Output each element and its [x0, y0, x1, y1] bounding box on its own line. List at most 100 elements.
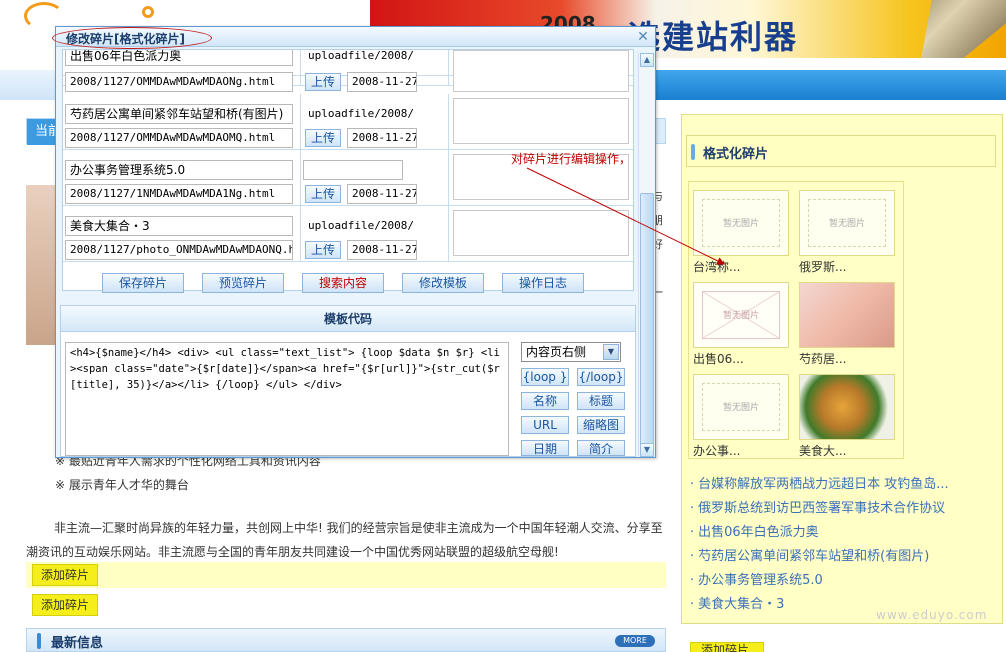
thumb-placeholder: 暂无图片 [702, 383, 780, 431]
thumbnail-caption[interactable]: 美食大... [799, 442, 846, 459]
position-select[interactable]: 内容页右侧 ▼ [521, 342, 621, 362]
annotation-text: 对碎片进行编辑操作， [511, 152, 632, 166]
thumbnail[interactable]: 暂无图片 [693, 374, 789, 440]
thumbnail[interactable]: 暂无图片 [693, 282, 789, 348]
save-fragment-button[interactable]: 保存碎片 [102, 273, 184, 293]
more-button[interactable]: MORE [615, 635, 655, 647]
description-textarea[interactable] [453, 98, 629, 144]
bullet-icon: · [690, 525, 695, 540]
scroll-up-icon[interactable]: ▲ [640, 53, 654, 67]
highlight-oval [52, 27, 212, 49]
bullet-icon: · [690, 477, 695, 492]
latest-info-header: 最新信息 MORE [26, 628, 666, 652]
upload-button[interactable]: 上传 [305, 241, 341, 259]
row-fields: 办公事务管理系统5.0 2008/1127/1NMDAwMDAwMDA1Ng.h… [63, 150, 301, 206]
latest-info-title: 最新信息 [51, 636, 104, 651]
thumbnail[interactable]: 暂无图片 [693, 190, 789, 256]
list-item[interactable]: · 芍药居公寓单间紧邻车站望和桥(有图片) [690, 545, 1000, 569]
date-input[interactable]: 2008-11-27 [347, 128, 417, 148]
sword-icon [921, 0, 1006, 58]
intro-paragraph: 非主流—汇聚时尚异族的年轻力量，共创网上中华! 我们的经营宗旨是使非主流成为一个… [26, 521, 663, 559]
insert-name-button[interactable]: 名称 [521, 392, 569, 410]
chevron-down-icon[interactable]: ▼ [603, 344, 619, 360]
insert-summary-button[interactable]: 简介 [577, 440, 625, 456]
thumbnail-caption[interactable]: 台湾称... [693, 258, 740, 275]
url-input[interactable]: 2008/1127/photo_ONMDAwMDAwMDAONQ.html [65, 240, 293, 260]
dialog-scrollbar[interactable]: ▲ ▼ [638, 53, 654, 457]
date-input[interactable]: 2008-11-27 [347, 184, 417, 204]
row-image-fields: 上传 2008-11-27 [301, 150, 449, 206]
row-fields: 芍药居公寓单间紧邻车站望和桥(有图片) 2008/1127/OMMDAwMDAw… [63, 94, 301, 150]
list-link[interactable]: 办公事务管理系统5.0 [698, 573, 823, 588]
list-link[interactable]: 俄罗斯总统到访巴西签署军事技术合作协议 [698, 501, 945, 516]
position-select-value: 内容页右侧 [526, 345, 587, 359]
date-input[interactable]: 2008-11-27 [347, 72, 417, 92]
list-item[interactable]: · 俄罗斯总统到访巴西签署军事技术合作协议 [690, 497, 1000, 521]
table-row: 芍药居公寓单间紧邻车站望和桥(有图片) 2008/1127/OMMDAwMDAw… [63, 94, 633, 150]
insert-endloop-button[interactable]: {/loop} [577, 368, 625, 386]
close-icon[interactable]: ✕ [636, 30, 650, 44]
dialog-titlebar[interactable]: 修改碎片[格式化碎片] ✕ [52, 27, 655, 49]
thumbnail-caption[interactable]: 办公事... [693, 442, 740, 459]
template-code-title: 模板代码 [61, 306, 635, 332]
insert-url-button[interactable]: URL [521, 416, 569, 434]
insert-date-button[interactable]: 日期 [521, 440, 569, 456]
list-link[interactable]: 出售06年白色派力奥 [698, 525, 819, 540]
thumbnail-photo[interactable] [799, 374, 895, 440]
row-0-bottom: 2008/1127/OMMDAwMDAwMDAONg.html 上传 2008-… [63, 50, 633, 94]
list-item[interactable]: · 台媒称解放军两栖战力远超日本 攻钓鱼岛... [690, 473, 1000, 497]
add-fragment-button[interactable]: 添加碎片 [32, 564, 99, 586]
url-input[interactable]: 2008/1127/OMMDAwMDAwMDAONg.html [65, 72, 293, 92]
add-fragment-row: 添加碎片 [26, 592, 666, 618]
list-item[interactable]: · 出售06年白色派力奥 [690, 521, 1000, 545]
date-input[interactable]: 2008-11-27 [347, 240, 417, 260]
list-item[interactable]: · 办公事务管理系统5.0 [690, 569, 1000, 593]
url-input[interactable]: 2008/1127/1NMDAwMDAwMDA1Ng.html [65, 184, 293, 204]
action-bar: 保存碎片 预览碎片 搜索内容 修改模板 操作日志 [56, 271, 638, 299]
thumb-placeholder: 暂无图片 [702, 291, 780, 339]
image-path-input[interactable] [303, 160, 403, 180]
thumbnail-photo[interactable] [799, 282, 895, 348]
add-fragment-button[interactable]: 添加碎片 [690, 642, 764, 652]
list-link[interactable]: 美食大集合・3 [698, 597, 784, 612]
search-content-button[interactable]: 搜索内容 [302, 273, 384, 293]
upload-button[interactable]: 上传 [305, 129, 341, 147]
template-code-section: 模板代码 <h4>{$name}</h4> <div> <ul class="t… [60, 305, 636, 457]
url-input[interactable]: 2008/1127/OMMDAwMDAwMDAOMQ.html [65, 128, 293, 148]
add-fragment-button[interactable]: 添加碎片 [32, 594, 99, 616]
image-path-input[interactable]: uploadfile/2008/ [303, 216, 439, 236]
header-bar-icon [37, 633, 41, 649]
bullet-icon: · [690, 501, 695, 516]
insert-thumb-button[interactable]: 缩略图 [577, 416, 625, 434]
template-code-textarea[interactable]: <h4>{$name}</h4> <div> <ul class="text_l… [65, 342, 509, 456]
thumbnail-caption[interactable]: 俄罗斯... [799, 258, 846, 275]
upload-button[interactable]: 上传 [305, 73, 341, 91]
list-link[interactable]: 台媒称解放军两栖战力远超日本 攻钓鱼岛... [698, 477, 949, 492]
scrollbar-thumb[interactable] [640, 193, 654, 453]
preview-fragment-button[interactable]: 预览碎片 [202, 273, 284, 293]
add-fragment-row: 添加碎片 [26, 562, 666, 588]
description-textarea[interactable] [453, 50, 629, 92]
page-photo [26, 185, 58, 345]
scroll-down-icon[interactable]: ▼ [640, 443, 654, 457]
insert-loop-button[interactable]: {loop } [521, 368, 569, 386]
thumbnail[interactable]: 暂无图片 [799, 190, 895, 256]
thumbnail-caption[interactable]: 芍药居... [799, 350, 846, 367]
thumbnail-caption[interactable]: 出售06... [693, 350, 744, 367]
name-input[interactable]: 办公事务管理系统5.0 [65, 160, 293, 180]
list-link[interactable]: 芍药居公寓单间紧邻车站望和桥(有图片) [698, 549, 929, 564]
row-image-fields: uploadfile/2008/ 上传 2008-11-27 [301, 94, 449, 150]
operation-log-button[interactable]: 操作日志 [502, 273, 584, 293]
insert-title-button[interactable]: 标题 [577, 392, 625, 410]
feature-bullets: ※ 最贴近青年人需求的个性化网络工具和资讯内容 ※ 展示青年人才华的舞台 [55, 452, 655, 500]
edit-template-button[interactable]: 修改模板 [402, 273, 484, 293]
image-path-input[interactable]: uploadfile/2008/ [303, 104, 439, 124]
format-fragment-panel: 格式化碎片 暂无图片 台湾称... 暂无图片 俄罗斯... 暂无图片 出售06.… [681, 114, 1003, 624]
name-input[interactable]: 美食大集合・3 [65, 216, 293, 236]
upload-button[interactable]: 上传 [305, 185, 341, 203]
thumb-placeholder: 暂无图片 [702, 199, 780, 247]
name-input[interactable]: 芍药居公寓单间紧邻车站望和桥(有图片) [65, 104, 293, 124]
edit-fragment-dialog: 修改碎片[格式化碎片] ✕ 出售06年白色派力奥 uploadfile/2008… [52, 26, 656, 458]
bullet-item: ※ 展示青年人才华的舞台 [55, 478, 189, 492]
description-textarea[interactable] [453, 210, 629, 256]
